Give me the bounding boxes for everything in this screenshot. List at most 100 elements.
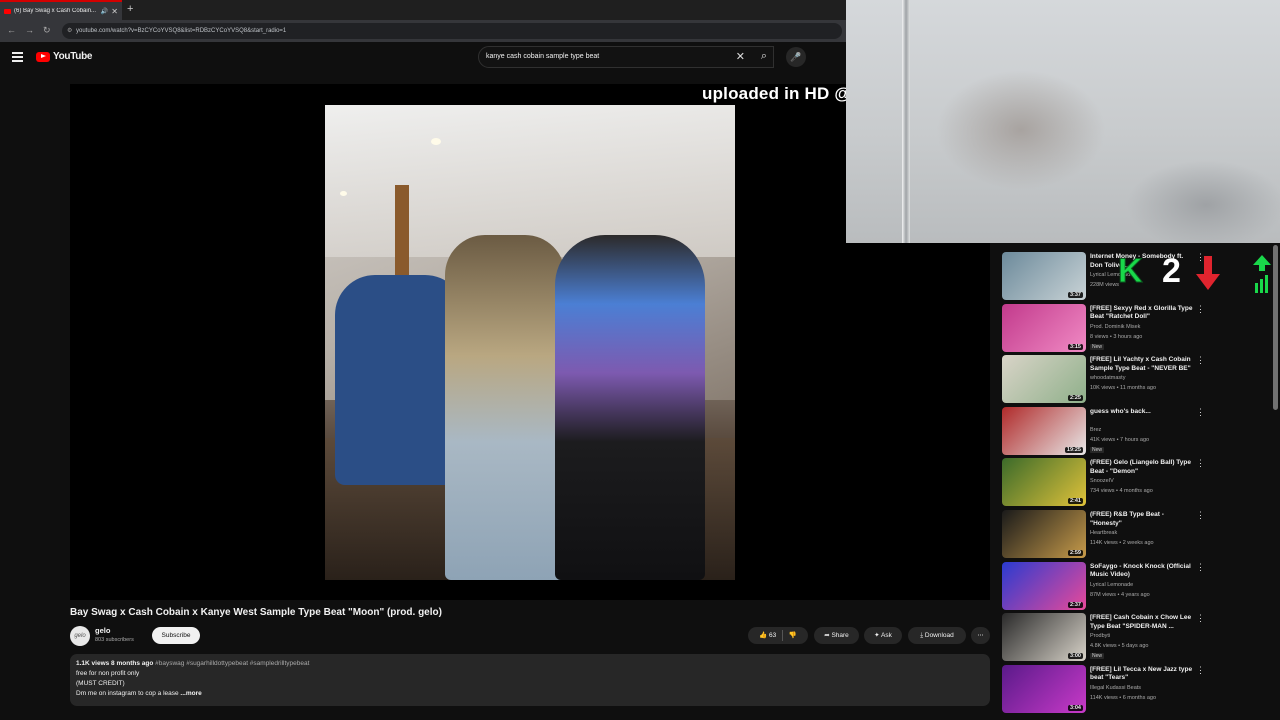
video-frame-photo [325, 105, 735, 580]
like-count[interactable]: 63 [769, 632, 776, 639]
browser-tab[interactable]: (6) Bay Swag x Cash Cobain... 🔊 ✕ [0, 0, 122, 20]
new-tab-icon[interactable]: + [127, 3, 133, 15]
description-line-1: free for non profit only [76, 670, 140, 677]
voice-search-icon[interactable]: 🎤 [786, 47, 806, 67]
forward-icon[interactable]: → [25, 25, 34, 35]
subscriber-count: 803 subscribers [95, 637, 134, 643]
download-button[interactable]: ⤓ Download [908, 627, 966, 644]
related-video-item[interactable]: 2:41 (FREE) Gelo (Liangelo Ball) Type Bea… [1002, 458, 1242, 508]
show-more-link[interactable]: ...more [180, 690, 201, 697]
search-icon[interactable]: ⌕ [761, 46, 767, 66]
video-duration: 2:41 [1067, 498, 1083, 505]
logo-text: YouTube [53, 51, 93, 62]
video-duration: 2:25 [1067, 395, 1083, 402]
related-video-channel[interactable]: Lyrical Lemonade [1090, 582, 1133, 588]
related-video-item[interactable]: 2:59 (FREE) R&B Type Beat - "Honesty" Hear… [1002, 510, 1242, 560]
clear-search-icon[interactable]: ✕ [736, 47, 745, 67]
share-button[interactable]: ➦ Share [814, 627, 859, 644]
related-video-channel[interactable]: Illegal Kudassi Beats [1090, 685, 1141, 691]
like-dislike-group: 👍 63 👎 [748, 627, 808, 644]
avatar[interactable]: gelo [70, 626, 90, 646]
share-label: Share [831, 632, 849, 639]
related-video-thumbnail[interactable]: 3:37 [1002, 252, 1086, 300]
related-video-thumbnail[interactable]: 2:37 [1002, 561, 1086, 610]
related-video-title[interactable]: [FREE] Sexyy Red x Glorilla Type Beat "R… [1090, 305, 1194, 322]
related-video-channel[interactable]: SnoozeIV [1090, 478, 1114, 484]
more-actions-button[interactable]: ⋯ [971, 627, 990, 644]
more-vertical-icon[interactable]: ⋮ [1196, 304, 1205, 315]
search-query: kanye cash cobain sample type beat [486, 53, 600, 60]
related-video-thumbnail[interactable]: 3:15 [1002, 303, 1086, 352]
related-video-item[interactable]: 3:04 [FREE] Lil Tecca x New Jazz type bea… [1002, 664, 1242, 715]
related-video-stats: 4.8K views • 5 days ago [1090, 643, 1149, 650]
related-video-stats: 228M views [1090, 282, 1120, 288]
related-video-stats: 87M views • 4 years ago [1090, 591, 1150, 598]
more-vertical-icon[interactable]: ⋮ [1196, 562, 1205, 573]
youtube-play-icon [36, 51, 50, 62]
related-video-channel[interactable]: Brez [1090, 427, 1101, 433]
youtube-favicon-icon [4, 8, 11, 14]
related-video-title[interactable]: SoFaygo - Knock Knock (Official Music Vi… [1090, 563, 1194, 580]
back-icon[interactable]: ← [7, 25, 16, 35]
video-duration: 3:00 [1067, 653, 1083, 660]
related-video-channel[interactable]: Prod. Dominik Misek [1090, 324, 1140, 330]
youtube-logo[interactable]: YouTube [36, 51, 93, 62]
description-line-3-row: Dm me on instagram to cop a lease ...mor… [76, 689, 984, 699]
video-duration: 3:04 [1067, 704, 1083, 711]
reload-icon[interactable]: ↻ [43, 25, 51, 36]
down-arrow-icon [1196, 256, 1220, 290]
related-video-title[interactable]: [FREE] Lil Yachty x Cash Cobain Sample T… [1090, 356, 1194, 373]
green-stats-icon [1253, 255, 1271, 293]
related-video-thumbnail[interactable]: 19:25 [1002, 406, 1086, 455]
views-date: 1.1K views 8 months ago [76, 660, 154, 667]
related-video-item[interactable]: 3:00 [FREE] Cash Cobain x Chow Lee Type B… [1002, 613, 1242, 663]
related-video-channel[interactable]: whoodatmasty [1090, 375, 1125, 381]
channel-name[interactable]: gelo [95, 626, 110, 635]
more-vertical-icon[interactable]: ⋮ [1196, 458, 1205, 469]
related-video-item[interactable]: 19:25 guess who's back... Brez 41K views • … [1002, 406, 1242, 457]
related-video-thumbnail[interactable]: 2:59 [1002, 510, 1086, 558]
related-video-stats: 41K views • 7 hours ago [1090, 436, 1150, 443]
related-video-title[interactable]: (FREE) Gelo (Liangelo Ball) Type Beat - … [1090, 459, 1194, 476]
close-tab-icon[interactable]: ✕ [111, 7, 118, 16]
related-video-thumbnail[interactable]: 2:25 [1002, 355, 1086, 404]
site-info-icon[interactable]: ⚙ [67, 23, 72, 39]
related-video-channel[interactable]: Prodbyti [1090, 633, 1110, 639]
related-video-item[interactable]: 2:37 SoFaygo - Knock Knock (Official Musi… [1002, 561, 1242, 612]
related-video-channel[interactable]: Heartbreak [1090, 530, 1117, 536]
ask-button[interactable]: ✦ Ask [864, 627, 902, 644]
webcam-overlay [846, 0, 1280, 243]
related-video-title[interactable]: [FREE] Lil Tecca x New Jazz type beat "T… [1090, 666, 1194, 683]
related-video-title[interactable]: [FREE] Cash Cobain x Chow Lee Type Beat … [1090, 614, 1194, 631]
dislike-icon[interactable]: 👎 [789, 632, 797, 639]
related-video-title[interactable]: guess who's back... [1090, 408, 1194, 417]
related-video-item[interactable]: 3:15 [FREE] Sexyy Red x Glorilla Type Bea… [1002, 303, 1242, 354]
address-bar: ← → ↻ ⚙ youtube.com/watch?v=BzCYCoYVSQ8&… [0, 20, 846, 42]
hd-banner: uploaded in HD @ [702, 84, 852, 103]
video-duration: 3:15 [1067, 343, 1083, 350]
like-icon[interactable]: 👍 [759, 632, 767, 639]
video-duration: 2:59 [1067, 550, 1083, 556]
menu-icon[interactable] [12, 52, 23, 64]
more-vertical-icon[interactable]: ⋮ [1196, 407, 1205, 418]
more-horizontal-icon: ⋯ [977, 632, 984, 639]
description-box[interactable]: 1.1K views 8 months ago #bayswag #sugarh… [70, 654, 990, 706]
share-icon: ➦ [824, 632, 830, 639]
related-video-thumbnail[interactable]: 2:41 [1002, 458, 1086, 507]
related-video-item[interactable]: 2:25 [FREE] Lil Yachty x Cash Cobain Samp… [1002, 355, 1242, 405]
more-vertical-icon[interactable]: ⋮ [1196, 510, 1205, 521]
related-video-title[interactable]: (FREE) R&B Type Beat - "Honesty" [1090, 511, 1194, 528]
subscribe-button[interactable]: Subscribe [152, 627, 200, 644]
more-vertical-icon[interactable]: ⋮ [1196, 665, 1205, 676]
search-input[interactable]: kanye cash cobain sample type beat ✕ ⌕ [478, 46, 774, 68]
more-vertical-icon[interactable]: ⋮ [1196, 613, 1205, 624]
description-meta: 1.1K views 8 months ago #bayswag #sugarh… [76, 659, 984, 669]
url-field[interactable]: ⚙ youtube.com/watch?v=BzCYCoYVSQ8&list=R… [62, 23, 842, 39]
hashtags[interactable]: #bayswag #sugarhilldottypebeat #sampledr… [155, 660, 309, 667]
related-video-thumbnail[interactable]: 3:04 [1002, 664, 1086, 713]
new-badge: New [1090, 343, 1105, 350]
related-video-thumbnail[interactable]: 3:00 [1002, 613, 1086, 662]
more-vertical-icon[interactable]: ⋮ [1196, 355, 1205, 366]
ask-label: Ask [881, 632, 892, 639]
scrollbar[interactable] [1273, 245, 1278, 410]
